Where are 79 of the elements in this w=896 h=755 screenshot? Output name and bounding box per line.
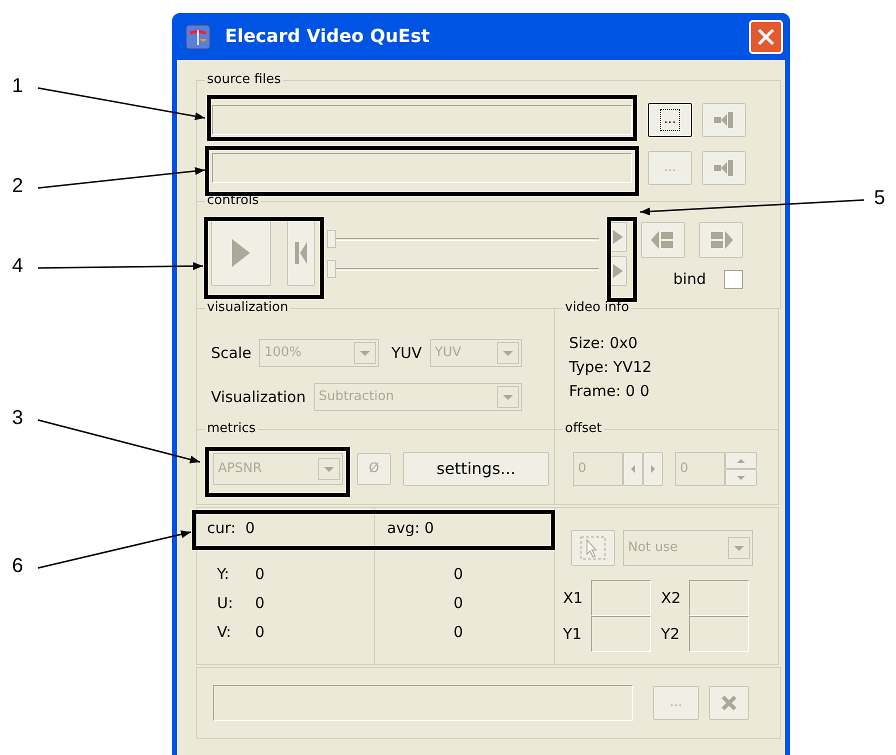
eject-button[interactable] [702,103,746,137]
bind-label: bind [673,269,706,290]
file-path-field[interactable] [212,153,632,183]
coordinate-field[interactable] [689,616,749,652]
visualization-label: Visualization [211,386,306,408]
metric-dropdown[interactable]: APSNR [213,453,343,485]
callout-number: 1 [12,74,24,98]
close-icon [757,28,775,46]
video-info-text: Frame: 0 0 [569,381,650,402]
file-path-field[interactable] [212,105,632,135]
left-caret-icon [631,465,635,473]
region-mode-dropdown[interactable]: Not use [623,530,753,566]
play-step-icon [613,230,623,244]
average-header: avg: 0 [386,518,434,539]
yuv-label: YUV [391,342,422,364]
eject-icon [714,159,734,177]
slider-thumb[interactable] [327,260,336,278]
current-value: 0 [255,593,265,614]
window-title: Elecard Video QuEst [225,25,430,49]
video-info-text: Size: 0x0 [569,333,639,354]
current-header: cur: 0 [206,518,256,539]
current-value: 0 [255,622,265,644]
left-arrow-icon [651,231,675,249]
channel-label: V: [217,622,232,644]
close-icon [721,695,737,711]
rewind-button[interactable] [287,220,315,286]
clear-button[interactable] [709,686,749,720]
video-info-text: Type: YV12 [569,357,653,378]
coordinate-label: X1 [563,588,584,609]
play-icon [232,239,250,267]
right-arrow-icon [709,231,733,249]
yuv-dropdown[interactable]: YUV [430,339,522,367]
down-caret-icon [737,476,745,480]
average-value: 0 [453,564,464,586]
play-button[interactable] [211,220,271,286]
next-frame-button[interactable] [699,222,743,258]
spin-left-button[interactable] [623,452,643,486]
browse-button[interactable]: ... [648,103,692,137]
average-value: 0 [453,622,464,644]
coordinate-field[interactable] [689,580,749,616]
browse-button[interactable]: ... [653,686,699,720]
coordinate-label: X2 [661,588,682,609]
coordinate-field[interactable] [591,580,651,616]
callout-number: 6 [12,554,24,578]
callout-number: 5 [874,186,886,210]
up-caret-icon [737,458,745,462]
app-icon [185,24,211,50]
scale-label: Scale [211,342,252,364]
cursor-selection-icon [580,536,606,560]
bind-checkbox[interactable] [724,270,743,289]
callout-number: 3 [12,406,24,430]
output-path-field[interactable] [213,685,633,721]
rewind-icon [295,242,307,264]
coordinate-label: Y1 [563,624,583,645]
select-region-button[interactable] [571,530,615,566]
play-step-icon [613,264,623,278]
offset-field[interactable]: 0 [675,452,725,486]
channel-label: Y: [217,564,230,586]
channel-label: U: [217,593,234,614]
close-button[interactable] [749,20,783,54]
visualization-dropdown[interactable]: Subtraction [314,383,522,411]
spin-down-button[interactable] [725,469,757,486]
average-value: 0 [453,593,464,614]
eject-icon [714,111,734,129]
right-caret-icon [651,465,655,473]
zero-button[interactable]: Ø [357,453,391,485]
offset-field[interactable]: 0 [573,452,623,486]
settings-button[interactable]: settings... [403,452,549,486]
scale-dropdown[interactable]: 100% [259,339,380,367]
previous-frame-button[interactable] [641,222,685,258]
slider-thumb[interactable] [327,230,336,248]
eject-button[interactable] [702,151,746,185]
spin-up-button[interactable] [725,452,757,469]
spin-right-button[interactable] [643,452,663,486]
coordinate-field[interactable] [591,616,651,652]
current-value: 0 [255,564,265,586]
callout-number: 2 [12,174,24,198]
callout-number: 4 [12,254,24,278]
coordinate-label: Y2 [661,624,681,645]
